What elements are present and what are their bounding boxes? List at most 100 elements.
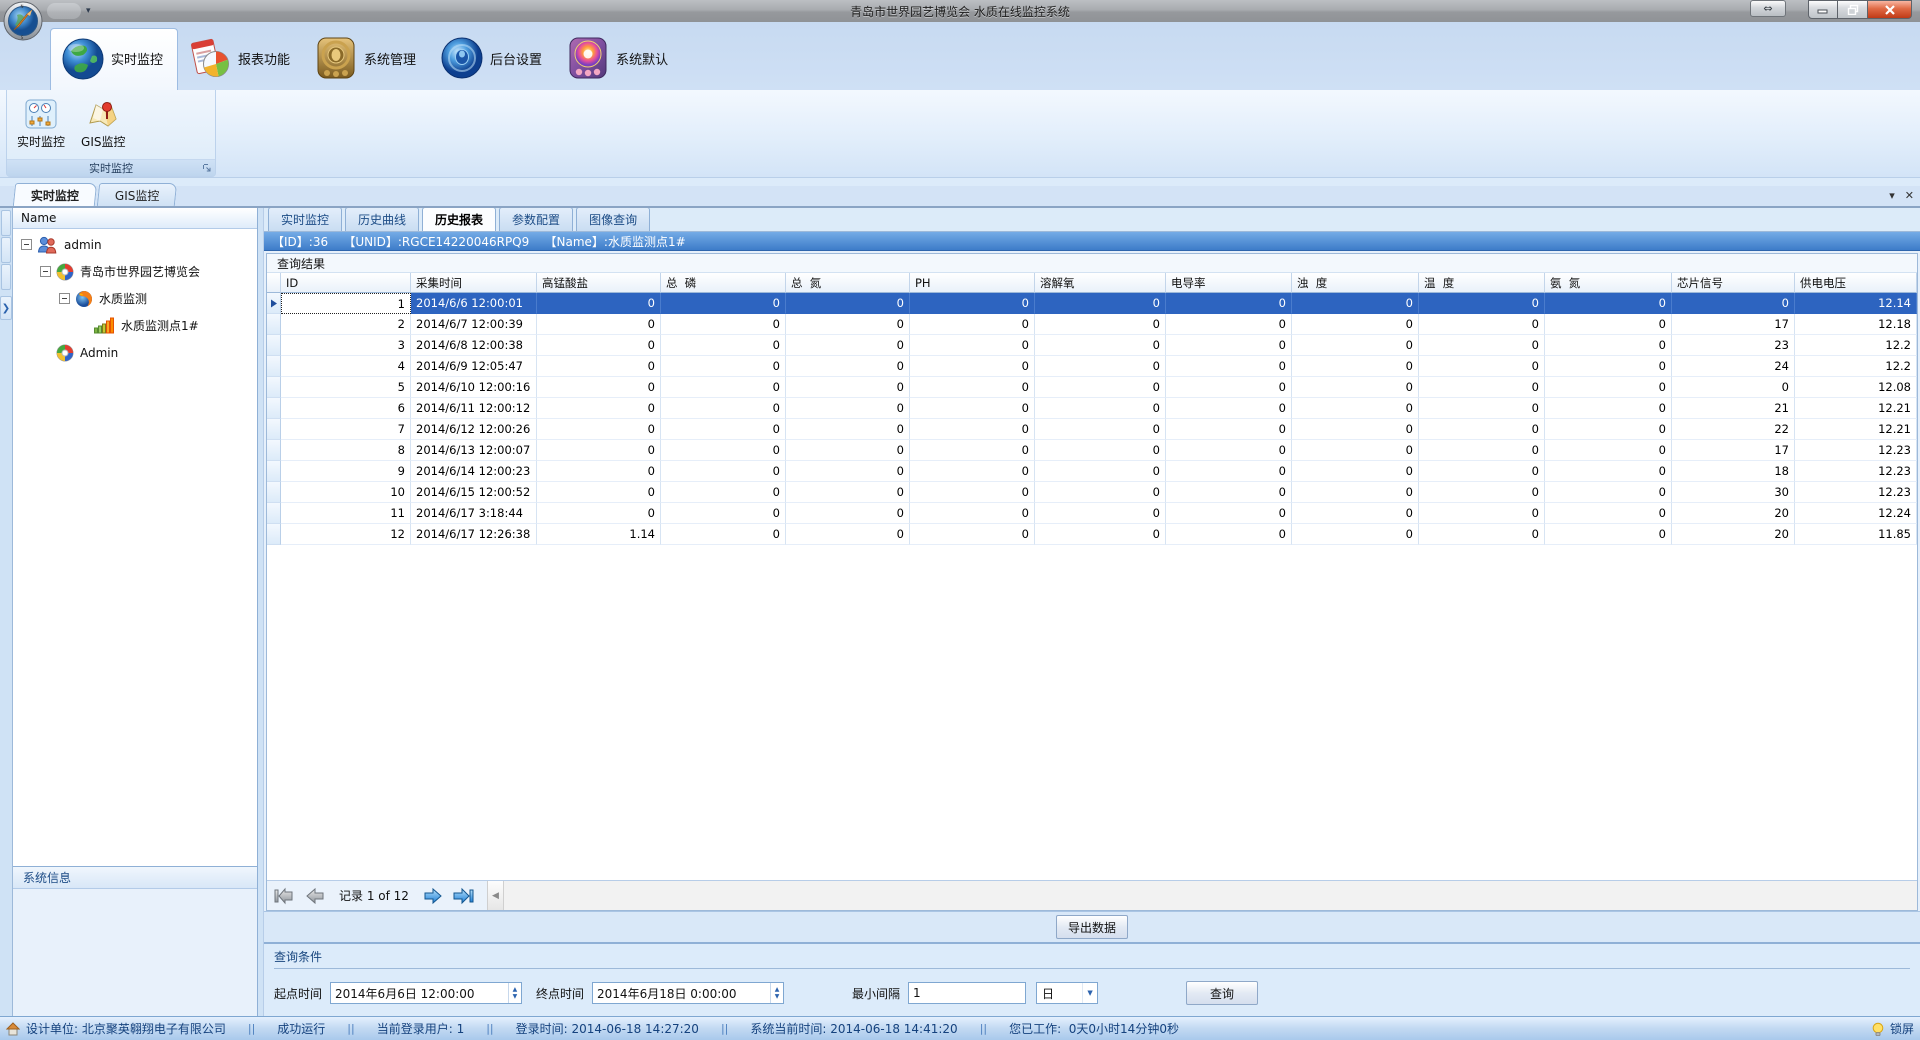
table-cell[interactable]: 0 (786, 503, 910, 524)
table-cell[interactable]: 0 (1419, 335, 1545, 356)
table-cell[interactable]: 0 (537, 335, 661, 356)
column-header-PH[interactable]: PH (910, 273, 1035, 293)
close-button[interactable] (1868, 0, 1912, 19)
table-cell[interactable]: 0 (1292, 356, 1419, 377)
table-cell[interactable]: 0 (786, 482, 910, 503)
table-cell[interactable]: 0 (1035, 461, 1166, 482)
table-cell[interactable]: 9 (281, 461, 411, 482)
table-cell[interactable]: 0 (1166, 293, 1292, 314)
table-cell[interactable]: 0 (537, 293, 661, 314)
tree-item-admin[interactable]: admin (13, 231, 257, 258)
table-cell[interactable]: 23 (1672, 335, 1795, 356)
table-cell[interactable]: 0 (661, 503, 786, 524)
table-cell[interactable]: 0 (537, 377, 661, 398)
table-cell[interactable]: 0 (661, 524, 786, 545)
table-cell[interactable]: 0 (910, 356, 1035, 377)
table-cell[interactable]: 0 (1292, 293, 1419, 314)
tree-item-Admin[interactable]: Admin (13, 339, 257, 366)
table-row[interactable]: 42014/6/9 12:05:470000000002412.2 (267, 356, 1917, 377)
column-header-高锰酸盐[interactable]: 高锰酸盐 (537, 273, 661, 293)
table-cell[interactable]: 0 (1545, 524, 1672, 545)
table-row[interactable]: 22014/6/7 12:00:390000000001712.18 (267, 314, 1917, 335)
table-cell[interactable]: 0 (1419, 377, 1545, 398)
table-cell[interactable]: 0 (910, 440, 1035, 461)
table-cell[interactable]: 0 (1419, 293, 1545, 314)
table-cell[interactable]: 0 (910, 335, 1035, 356)
table-cell[interactable]: 12.23 (1795, 461, 1917, 482)
table-cell[interactable]: 0 (1035, 419, 1166, 440)
table-cell[interactable]: 0 (910, 314, 1035, 335)
table-cell[interactable]: 2014/6/14 12:00:23 (411, 461, 537, 482)
table-cell[interactable]: 20 (1672, 524, 1795, 545)
table-cell[interactable]: 2014/6/12 12:00:26 (411, 419, 537, 440)
tree-item-水质监测[interactable]: 水质监测 (13, 285, 257, 312)
table-cell[interactable]: 0 (1419, 314, 1545, 335)
table-cell[interactable]: 2014/6/8 12:00:38 (411, 335, 537, 356)
table-cell[interactable]: 0 (1545, 482, 1672, 503)
table-cell[interactable]: 0 (1672, 293, 1795, 314)
workspace-tab-历史曲线[interactable]: 历史曲线 (345, 207, 419, 231)
table-cell[interactable]: 0 (786, 293, 910, 314)
table-cell[interactable]: 20 (1672, 503, 1795, 524)
table-cell[interactable]: 0 (661, 377, 786, 398)
table-cell[interactable]: 8 (281, 440, 411, 461)
table-cell[interactable]: 17 (1672, 314, 1795, 335)
table-cell[interactable]: 0 (1035, 356, 1166, 377)
table-cell[interactable]: 0 (1292, 377, 1419, 398)
min-interval-input[interactable] (909, 983, 1025, 1003)
column-header-浊度[interactable]: 浊 度 (1292, 273, 1419, 293)
table-cell[interactable]: 0 (1292, 398, 1419, 419)
workspace-tab-图像查询[interactable]: 图像查询 (576, 207, 650, 231)
column-header-总磷[interactable]: 总 磷 (661, 273, 786, 293)
table-cell[interactable]: 12.24 (1795, 503, 1917, 524)
table-cell[interactable]: 0 (1292, 482, 1419, 503)
table-cell[interactable]: 2014/6/15 12:00:52 (411, 482, 537, 503)
table-cell[interactable]: 12.2 (1795, 356, 1917, 377)
table-cell[interactable]: 0 (1419, 503, 1545, 524)
table-cell[interactable]: 12.08 (1795, 377, 1917, 398)
table-cell[interactable]: 0 (1292, 524, 1419, 545)
tree-expander-icon[interactable] (21, 239, 32, 250)
table-cell[interactable]: 0 (1545, 335, 1672, 356)
table-cell[interactable]: 2 (281, 314, 411, 335)
table-cell[interactable]: 30 (1672, 482, 1795, 503)
table-cell[interactable]: 2014/6/11 12:00:12 (411, 398, 537, 419)
ribbon-tab-报表功能[interactable]: 报表功能 (178, 28, 304, 90)
table-cell[interactable]: 0 (1292, 461, 1419, 482)
table-cell[interactable]: 0 (786, 524, 910, 545)
table-row[interactable]: 62014/6/11 12:00:120000000002112.21 (267, 398, 1917, 419)
column-header-温度[interactable]: 温 度 (1419, 273, 1545, 293)
table-cell[interactable]: 0 (1545, 461, 1672, 482)
table-cell[interactable]: 2014/6/17 3:18:44 (411, 503, 537, 524)
table-cell[interactable]: 0 (1419, 440, 1545, 461)
table-cell[interactable]: 0 (1166, 314, 1292, 335)
table-cell[interactable]: 0 (1035, 440, 1166, 461)
tree-expander-icon[interactable] (40, 266, 51, 277)
workspace-tab-实时监控[interactable]: 实时监控 (268, 207, 342, 231)
table-cell[interactable]: 0 (1545, 377, 1672, 398)
table-cell[interactable]: 0 (1035, 503, 1166, 524)
table-cell[interactable]: 0 (786, 419, 910, 440)
table-cell[interactable]: 12.23 (1795, 440, 1917, 461)
table-cell[interactable]: 0 (1035, 314, 1166, 335)
table-cell[interactable]: 0 (661, 293, 786, 314)
table-cell[interactable]: 0 (1166, 377, 1292, 398)
table-cell[interactable]: 10 (281, 482, 411, 503)
start-time-spinner[interactable]: ▲▼ (508, 983, 521, 1003)
table-cell[interactable]: 0 (661, 482, 786, 503)
table-cell[interactable]: 0 (1166, 335, 1292, 356)
dock-expand-arrow-icon[interactable]: ❯ (0, 296, 12, 320)
column-header-芯片信号[interactable]: 芯片信号 (1672, 273, 1795, 293)
pager-first-button[interactable] (271, 884, 297, 908)
table-cell[interactable]: 3 (281, 335, 411, 356)
table-cell[interactable]: 0 (1035, 398, 1166, 419)
table-cell[interactable]: 0 (1166, 440, 1292, 461)
table-cell[interactable]: 18 (1672, 461, 1795, 482)
table-cell[interactable]: 22 (1672, 419, 1795, 440)
table-cell[interactable]: 0 (661, 461, 786, 482)
table-cell[interactable]: 0 (661, 335, 786, 356)
table-row[interactable]: 92014/6/14 12:00:230000000001812.23 (267, 461, 1917, 482)
minimize-button[interactable] (1808, 0, 1838, 19)
table-cell[interactable]: 0 (910, 293, 1035, 314)
table-cell[interactable]: 0 (1419, 398, 1545, 419)
